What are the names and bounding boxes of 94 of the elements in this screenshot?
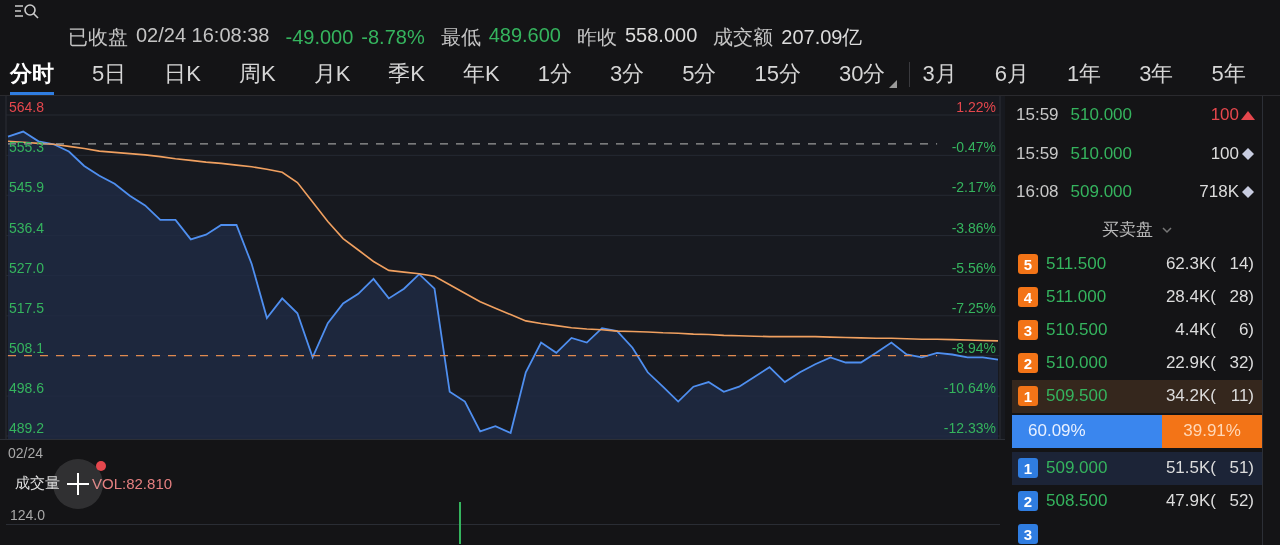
y-axis-label: 508.1 [9,339,45,356]
period-tab[interactable]: 3年 [1139,56,1174,95]
trade-size: 100 [1210,143,1239,164]
period-tab[interactable]: 5年 [1211,56,1246,95]
volume-date: 02/24 [8,445,44,461]
trade-size: 100 [1210,105,1239,126]
volume-scale-label: 124.0 [10,507,46,523]
y-axis-label: 489.2 [9,420,45,436]
period-tab[interactable]: 年K [463,56,500,95]
order-volume: 34.2K( [1165,386,1216,406]
order-price: 511.500 [1046,254,1107,274]
period-tab[interactable]: 1年 [1066,56,1102,95]
order-level-badge: 4 [1018,287,1038,307]
percent-axis-label: -10.64% [943,380,996,397]
percent-axis-label: -7.25% [951,299,996,316]
period-tab[interactable]: 3分 [609,56,645,95]
bid-ratio-fill: 60.09% [1012,414,1163,448]
period-tab[interactable]: 6月 [994,56,1029,95]
trade-size: 718K [1199,182,1239,203]
period-tab[interactable]: 15分 [754,56,801,95]
stat-value: 207.09亿 [781,24,863,50]
order-price: 511.000 [1046,287,1107,307]
trade-price: 509.000 [1070,182,1132,203]
trade-time: 15:59 [1016,143,1059,164]
order-count: 14) [1228,254,1254,274]
percent-change: -8.78% [361,25,425,49]
order-volume: 28.4K( [1165,287,1216,307]
stat-value: 489.600 [488,23,561,48]
percent-axis-label: -12.33% [943,420,996,436]
stat-label: 成交额 [713,24,774,50]
menu-search-icon[interactable] [14,2,40,20]
trade-price: 510.000 [1070,105,1132,126]
order-count: 6) [1237,320,1254,340]
order-level-badge: 2 [1018,491,1038,511]
y-axis-label: 498.6 [9,380,45,397]
chevron-down-icon [1160,225,1173,234]
percent-axis-label: -5.56% [951,259,996,276]
period-tab[interactable]: 季K [388,56,425,95]
order-count: 11) [1229,386,1254,406]
notification-dot [96,461,106,471]
order-volume: 4.4K( [1175,320,1216,340]
y-axis-label: 527.0 [9,259,45,276]
period-tab[interactable]: 5日 [92,56,127,95]
order-count: 51) [1228,458,1254,478]
y-axis-label: 536.4 [9,219,45,236]
percent-axis-label: -0.47% [951,139,996,156]
order-count: 28) [1228,287,1254,307]
y-axis-label: 564.8 [9,99,45,115]
percent-axis-label: -2.17% [951,179,996,196]
ask-ratio-text: 39.91% [1182,420,1242,442]
order-volume: 62.3K( [1165,254,1216,274]
plus-icon [66,472,90,496]
period-tab[interactable]: 5分 [682,56,717,95]
stat-value: 558.000 [625,23,698,48]
order-price: 509.500 [1046,386,1108,406]
order-level-badge: 1 [1018,386,1038,406]
order-level-badge: 5 [1018,254,1038,274]
stat-label: 最低 [440,24,481,50]
period-tab[interactable]: 月K [313,56,351,95]
percent-axis-label: -8.94% [951,339,996,356]
y-axis-label: 555.3 [9,139,45,156]
order-price: 510.000 [1046,353,1108,373]
order-price: 509.000 [1046,458,1108,478]
period-tab[interactable]: 30分 [838,56,886,95]
volume-indicator: VOL:82.810 [92,475,173,492]
order-level-badge: 2 [1018,353,1038,373]
market-status: 已收盘 [68,24,128,50]
period-tab[interactable]: 周K [238,56,276,95]
trade-price: 510.000 [1070,143,1132,164]
percent-axis-label: -3.86% [951,219,996,236]
order-level-badge: 1 [1018,458,1038,478]
order-volume: 22.9K( [1165,353,1216,373]
order-book-toggle[interactable]: 买卖盘 [1012,211,1262,248]
y-axis-label: 517.5 [9,299,45,316]
price-change: -49.000 [285,25,354,49]
y-axis-label: 545.9 [9,179,45,196]
order-price: 508.500 [1046,491,1108,511]
volume-label: 成交量 [15,474,60,493]
percent-axis-label: 1.22% [956,99,996,115]
order-book-title: 买卖盘 [1101,219,1153,241]
stat-label: 昨收 [577,24,617,50]
order-count: 52) [1228,491,1254,511]
period-tab[interactable]: 1分 [537,56,572,95]
order-level-badge: 3 [1018,320,1038,340]
period-tab[interactable]: 3月 [922,56,957,95]
period-tab[interactable]: 日K [164,56,201,95]
order-price: 510.500 [1046,320,1108,340]
order-volume: 47.9K( [1165,491,1216,511]
order-volume: 51.5K( [1165,458,1216,478]
quote-datetime: 02/24 16:08:38 [136,23,270,48]
trade-time: 16:08 [1016,182,1059,203]
order-count: 32) [1228,353,1254,373]
order-level-badge: 3 [1018,524,1038,544]
trade-time: 15:59 [1016,105,1059,126]
